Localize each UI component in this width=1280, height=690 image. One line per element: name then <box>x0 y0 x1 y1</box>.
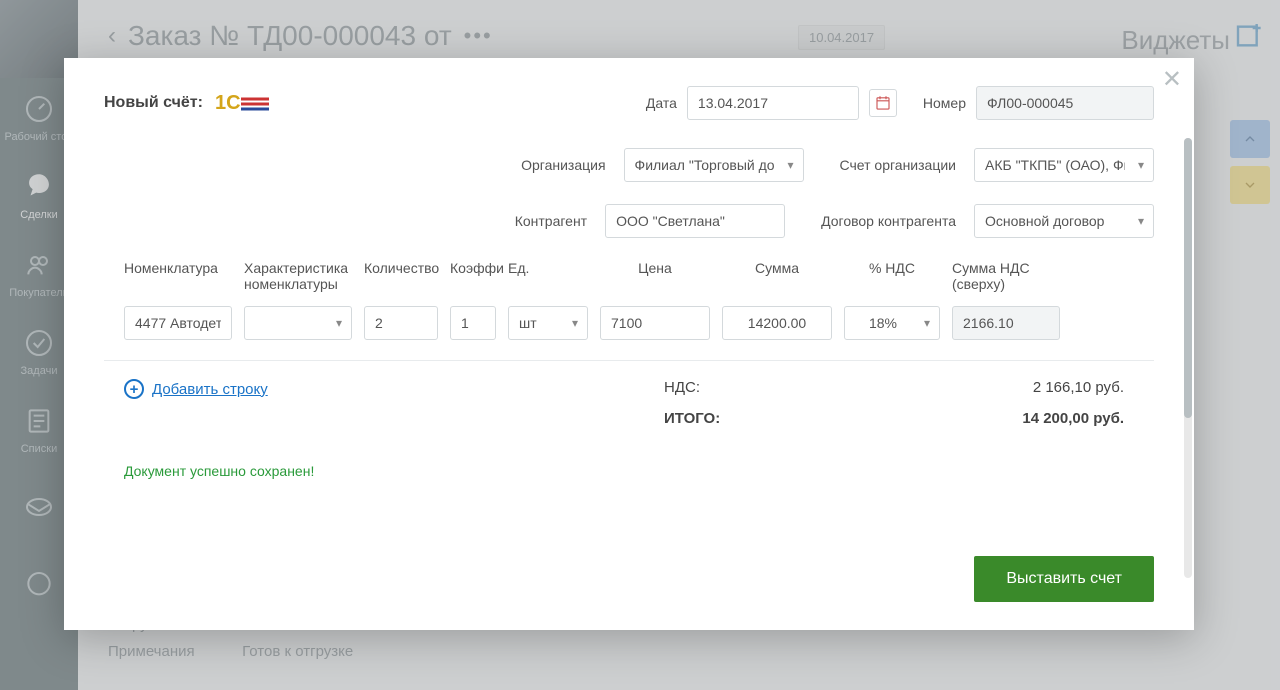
cell-price[interactable] <box>600 306 710 340</box>
cell-nomenclature[interactable] <box>124 306 232 340</box>
th-nomenclature: Номенклатура <box>124 260 232 292</box>
success-message: Документ успешно сохранен! <box>124 463 1154 479</box>
invoice-modal: ✕ Новый счёт: 1C Дата <box>64 58 1194 630</box>
date-input[interactable] <box>687 86 859 120</box>
th-characteristic: Характеристика номенклатуры <box>244 260 352 292</box>
cell-unit[interactable]: шт <box>508 306 588 340</box>
svg-text:1C: 1C <box>215 92 241 114</box>
table-header: Номенклатура Характеристика номенклатуры… <box>104 260 1154 292</box>
cell-vat-sum <box>952 306 1060 340</box>
number-input <box>976 86 1154 120</box>
grand-total-value: 14 200,00 руб. <box>984 410 1124 427</box>
th-sum: Сумма <box>722 260 832 292</box>
vat-total-label: НДС: <box>664 379 764 396</box>
cell-vat-pct[interactable]: 18% <box>844 306 940 340</box>
cell-sum[interactable] <box>722 306 832 340</box>
contract-select[interactable]: Основной договор <box>974 204 1154 238</box>
th-coef: Коэффи <box>450 260 496 292</box>
calendar-icon[interactable] <box>869 89 897 117</box>
th-vat-pct: % НДС <box>844 260 940 292</box>
submit-invoice-button[interactable]: Выставить счет <box>974 556 1154 602</box>
th-unit: Ед. <box>508 260 588 292</box>
number-label: Номер <box>923 95 966 111</box>
th-price: Цена <box>600 260 710 292</box>
cell-characteristic[interactable] <box>244 306 352 340</box>
add-row-button[interactable]: + Добавить строку <box>124 379 664 399</box>
modal-title: Новый счёт: <box>104 94 203 112</box>
counterparty-label: Контрагент <box>515 213 587 229</box>
org-account-label: Счет организации <box>840 157 956 173</box>
counterparty-input[interactable] <box>605 204 785 238</box>
cell-coef[interactable] <box>450 306 496 340</box>
logo-1c: 1C <box>215 89 271 117</box>
th-vat-sum: Сумма НДС (сверху) <box>952 260 1060 292</box>
org-select[interactable]: Филиал "Торговый до <box>624 148 804 182</box>
plus-circle-icon: + <box>124 379 144 399</box>
close-icon[interactable]: ✕ <box>1162 68 1182 92</box>
table-row: шт 18% <box>104 306 1154 361</box>
org-account-select[interactable]: АКБ "ТКПБ" (ОАО), Фи <box>974 148 1154 182</box>
date-label: Дата <box>646 95 677 111</box>
grand-total-label: ИТОГО: <box>664 410 764 427</box>
org-label: Организация <box>521 157 605 173</box>
scrollbar[interactable] <box>1184 138 1192 578</box>
totals: НДС: 2 166,10 руб. ИТОГО: 14 200,00 руб. <box>664 379 1154 441</box>
th-qty: Количество <box>364 260 438 292</box>
contract-label: Договор контрагента <box>821 213 956 229</box>
vat-total-value: 2 166,10 руб. <box>984 379 1124 396</box>
cell-qty[interactable] <box>364 306 438 340</box>
scrollbar-thumb[interactable] <box>1184 138 1192 418</box>
add-row-label: Добавить строку <box>152 381 268 398</box>
